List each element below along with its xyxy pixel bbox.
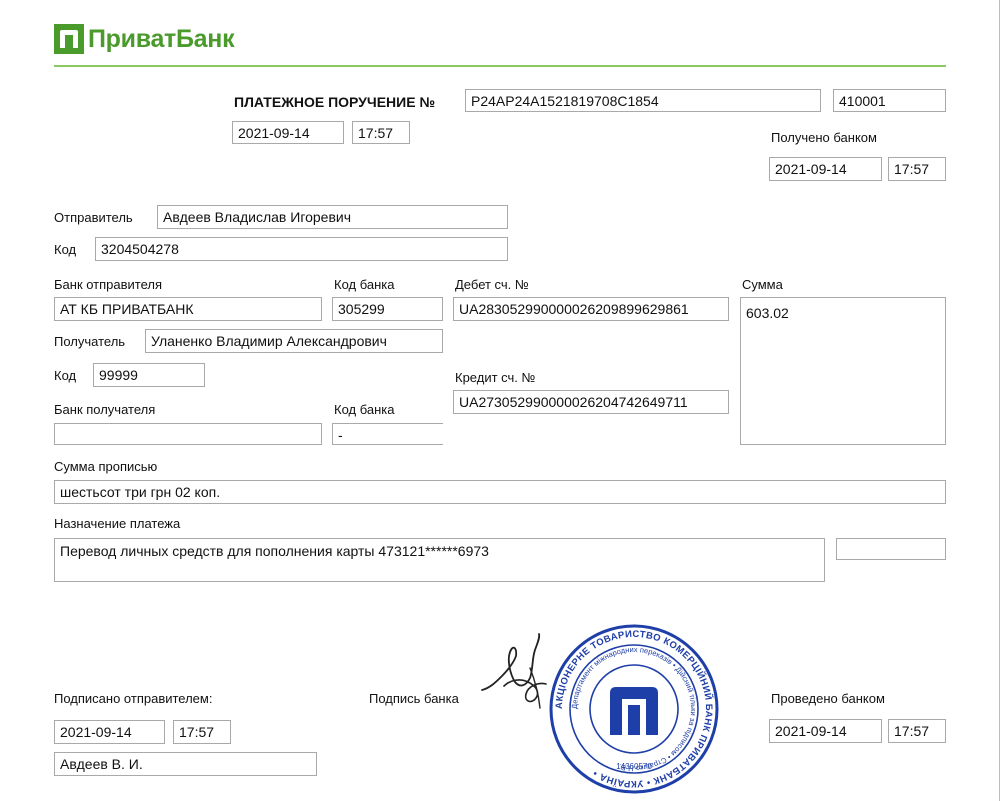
- sender-bank-label: Банк отправителя: [54, 277, 163, 292]
- recipient-name-field: Уланенко Владимир Александрович: [145, 329, 443, 353]
- processed-time-field: 17:57: [888, 719, 946, 743]
- signed-name-field: Авдеев В. И.: [54, 752, 317, 776]
- sender-code-label: Код: [54, 242, 77, 257]
- purpose-extra-field: [836, 538, 946, 560]
- recipient-bank-code-field: -: [332, 423, 443, 445]
- bank-logo-text: ПриватБанк: [88, 24, 235, 53]
- sender-name-field: Авдеев Владислав Игоревич: [157, 205, 508, 229]
- received-date-field: 2021-09-14: [769, 157, 882, 181]
- privatbank-logo-icon: [54, 24, 84, 54]
- signed-date-field: 2021-09-14: [54, 720, 165, 744]
- purpose-field: Перевод личных средств для пополнения ка…: [54, 538, 825, 582]
- order-title: ПЛАТЕЖНОЕ ПОРУЧЕНИЕ №: [234, 94, 436, 110]
- processed-label: Проведено банком: [771, 691, 885, 706]
- amount-words-field: шестьсот три грн 02 коп.: [54, 480, 946, 504]
- bank-logo: ПриватБанк: [54, 22, 235, 56]
- sender-bank-code-label: Код банка: [334, 277, 395, 292]
- credit-label: Кредит сч. №: [455, 370, 536, 385]
- sender-bank-field: АТ КБ ПРИВАТБАНК: [54, 297, 322, 321]
- signed-time-field: 17:57: [173, 720, 231, 744]
- received-label: Получено банком: [771, 130, 877, 145]
- stamp-logo-icon: [610, 687, 658, 735]
- order-time-field: 17:57: [352, 121, 410, 144]
- amount-label: Сумма: [742, 277, 783, 292]
- recipient-bank-code-label: Код банка: [334, 402, 395, 417]
- debit-account-field: UA283052990000026209899629861: [453, 297, 729, 321]
- bank-signature-label: Подпись банка: [369, 691, 459, 706]
- amount-words-label: Сумма прописью: [54, 459, 158, 474]
- recipient-bank-field: [54, 423, 322, 445]
- credit-account-field: UA273052990000026204742649711: [453, 390, 729, 414]
- debit-label: Дебет сч. №: [455, 277, 529, 292]
- bank-stamp: АКЦІОНЕРНЕ ТОВАРИСТВО КОМЕРЦІЙНИЙ БАНК П…: [549, 624, 719, 794]
- recipient-code-field: 99999: [93, 363, 205, 387]
- recipient-code-label: Код: [54, 368, 77, 383]
- order-date-field: 2021-09-14: [232, 121, 344, 144]
- sender-code-field: 3204504278: [95, 237, 508, 261]
- received-time-field: 17:57: [888, 157, 946, 181]
- amount-field: 603.02: [740, 297, 946, 445]
- recipient-label: Получатель: [54, 334, 126, 349]
- order-number-field: P24AP24A1521819708C1854: [465, 89, 821, 112]
- signed-label: Подписано отправителем:: [54, 691, 213, 706]
- sender-bank-code-field: 305299: [332, 297, 443, 321]
- header-divider: [54, 65, 946, 67]
- sender-label: Отправитель: [54, 210, 133, 225]
- order-code-field: 410001: [833, 89, 946, 112]
- recipient-bank-label: Банк получателя: [54, 402, 156, 417]
- processed-date-field: 2021-09-14: [769, 719, 882, 743]
- stamp-code: 14360570: [616, 762, 652, 771]
- purpose-label: Назначение платежа: [54, 516, 181, 531]
